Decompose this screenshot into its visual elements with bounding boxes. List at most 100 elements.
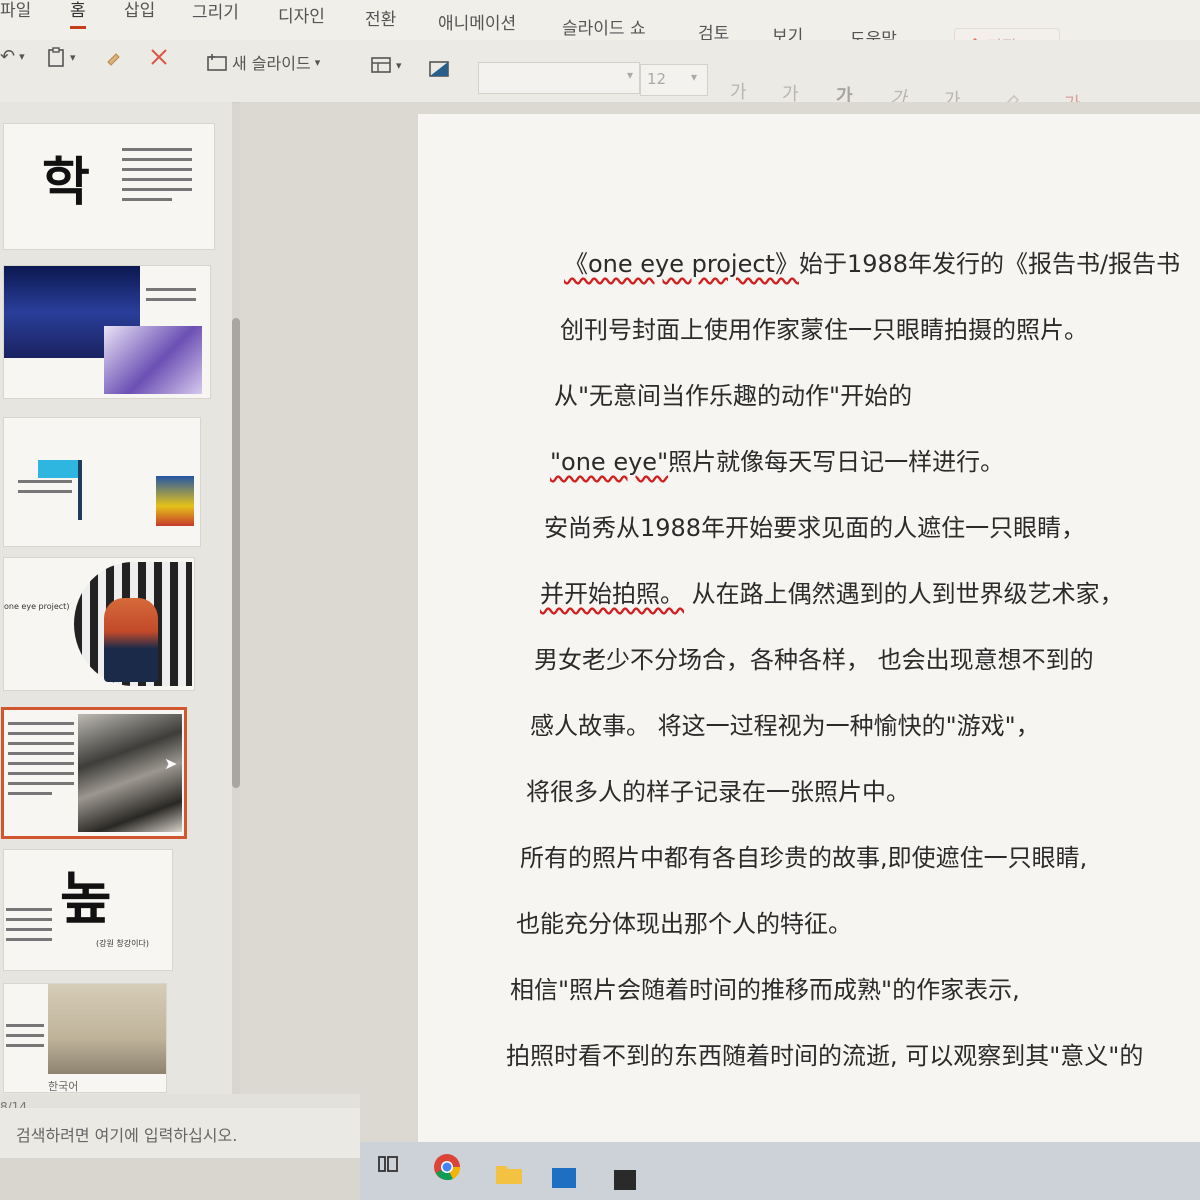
windows-taskbar xyxy=(360,1142,1200,1200)
slide-text: 创刊号封面上使用作家蒙住一只眼睛拍摄的照片。 xyxy=(560,316,1088,344)
thumbnail-text-lines xyxy=(8,722,74,802)
new-slide-label: 새 슬라이드 xyxy=(232,54,311,73)
slide-thumbnail-2[interactable] xyxy=(4,266,210,398)
paste-button[interactable]: ▾ xyxy=(46,46,76,68)
thumbnail-label: 한국어 xyxy=(48,1080,79,1092)
slide-thumbnail-6[interactable]: 높 (강원 창강이다) xyxy=(4,850,172,970)
close-icon xyxy=(151,49,167,65)
slide-text-line-11[interactable]: 也能充分体现出那个人的特征。 xyxy=(516,904,852,939)
undo-icon: ↶ xyxy=(0,46,16,67)
slide-thumbnail-3[interactable] xyxy=(4,418,200,546)
clipboard-icon xyxy=(48,47,64,67)
slide-text: 男女老少不分场合，各种各样， 也会出现意想不到的 xyxy=(534,646,1094,674)
layout-button[interactable]: ▾ xyxy=(370,56,402,74)
slide-text-line-7[interactable]: 男女老少不分场合，各种各样， 也会出现意想不到的 xyxy=(534,640,1094,675)
tab-slideshow[interactable]: 슬라이드 쇼 xyxy=(562,14,646,39)
brush-icon xyxy=(107,53,120,66)
slide-text-line-5[interactable]: 安尚秀从1988年开始要求见面的人遮住一只眼睛， xyxy=(544,508,1085,543)
chrome-button[interactable] xyxy=(432,1152,462,1186)
task-view-icon xyxy=(378,1156,398,1172)
store-icon xyxy=(552,1168,576,1188)
spellcheck-word: 《one eye project》 xyxy=(564,250,799,278)
thumbnail-text-lines xyxy=(6,1024,44,1054)
file-explorer-button[interactable] xyxy=(494,1160,524,1190)
poster-image xyxy=(156,476,194,526)
slide-thumbnail-5[interactable]: ➤ xyxy=(4,710,184,836)
slide-text-line-9[interactable]: 将很多人的样子记录在一张照片中。 xyxy=(526,772,910,807)
chart-graphic xyxy=(38,460,82,478)
search-input-placeholder: 검색하려면 여기에 입력하십시오. xyxy=(16,1126,238,1145)
undo-button[interactable]: ↶ ▾ xyxy=(0,46,25,67)
thumbnail-text-lines xyxy=(6,908,52,948)
photo-collage xyxy=(78,714,182,832)
store-button[interactable] xyxy=(550,1162,578,1192)
performers-photo xyxy=(104,326,202,394)
slide-text: 所有的照片中都有各自珍贵的故事,即使遮住一只眼睛, xyxy=(520,844,1088,872)
thumbnail-text-lines xyxy=(146,288,196,308)
slide-thumbnail-7[interactable]: 한국어 xyxy=(4,984,166,1092)
format-painter-button[interactable] xyxy=(104,48,124,68)
person-figure xyxy=(104,598,158,682)
taskbar-search[interactable]: 검색하려면 여기에 입력하십시오. xyxy=(0,1108,360,1158)
ribbon-tabs: 파일 홈 삽입 그리기 디자인 전환 애니메이션 슬라이드 쇼 검토 보기 도움… xyxy=(0,0,1200,62)
layout-icon xyxy=(371,57,391,73)
tab-transitions[interactable]: 전환 xyxy=(365,5,396,30)
slide-text: 从在路上偶然遇到的人到世界级艺术家， xyxy=(684,580,1124,608)
cursor-icon: ➤ xyxy=(164,754,178,773)
delete-button[interactable] xyxy=(150,48,168,66)
slide-thumbnail-4[interactable]: one eye project) xyxy=(4,558,194,690)
app-button[interactable] xyxy=(612,1166,638,1194)
slide-text: 拍照时看不到的东西随着时间的流逝, 可以观察到其"意义"的 xyxy=(506,1042,1144,1070)
section-button[interactable] xyxy=(428,60,450,78)
new-slide-icon xyxy=(207,54,227,71)
slide-text-line-4[interactable]: "one eye"照片就像每天写日记一样进行。 xyxy=(550,442,1004,477)
slide-text-line-8[interactable]: 感人故事。 将这一过程视为一种愉快的"游戏"， xyxy=(530,706,1040,741)
thumbnail-caption: (강원 창강이다) xyxy=(96,939,149,948)
tab-draw[interactable]: 그리기 xyxy=(192,0,239,23)
spellcheck-word: "one eye" xyxy=(550,448,669,476)
slide-canvas: 《one eye project》始于1988年发行的《报告书/报告书 创刊号封… xyxy=(240,102,1200,1174)
slide-text-line-12[interactable]: 相信"照片会随着时间的推移而成熟"的作家表示, xyxy=(510,970,1020,1005)
slide-text-line-3[interactable]: 从"无意间当作乐趣的动作"开始的 xyxy=(554,376,912,411)
tab-insert[interactable]: 삽입 xyxy=(124,0,155,21)
chevron-down-icon: ▾ xyxy=(691,70,698,84)
thumbnail-caption: one eye project) xyxy=(4,602,70,611)
slide-text: 也能充分体现出那个人的特征。 xyxy=(516,910,852,938)
spellcheck-word: 并开始拍照。 xyxy=(540,580,684,608)
font-size-select[interactable]: 12 ▾ xyxy=(640,64,708,96)
slide-thumbnail-pane: 학 one eye project) ➤ 높 (강원 창강이다) 한국어 xyxy=(0,102,232,1102)
chevron-down-icon: ▾ xyxy=(314,55,321,69)
thumbnail-text-lines xyxy=(122,148,192,208)
slide-thumbnail-1[interactable]: 학 xyxy=(4,124,214,249)
slide-text-line-2[interactable]: 创刊号封面上使用作家蒙住一只眼睛拍摄的照片。 xyxy=(560,310,1088,345)
current-slide[interactable]: 《one eye project》始于1988年发行的《报告书/报告书 创刊号封… xyxy=(418,114,1200,1174)
slide-text-line-13[interactable]: 拍照时看不到的东西随着时间的流逝, 可以观察到其"意义"的 xyxy=(506,1036,1143,1071)
tab-design[interactable]: 디자인 xyxy=(278,2,325,27)
chevron-down-icon: ▾ xyxy=(396,58,402,72)
slide-text: 从"无意间当作乐趣的动作"开始的 xyxy=(554,382,913,410)
font-size-value: 12 xyxy=(647,70,667,88)
slide-text: 安尚秀从1988年开始要求见面的人遮住一只眼睛， xyxy=(544,514,1086,542)
slide-text-line-10[interactable]: 所有的照片中都有各自珍贵的故事,即使遮住一只眼睛, xyxy=(520,838,1087,873)
new-slide-button[interactable]: 새 슬라이드 ▾ xyxy=(206,50,320,74)
tab-file[interactable]: 파일 xyxy=(0,0,31,21)
slide-text: 将很多人的样子记录在一张照片中。 xyxy=(526,778,910,806)
slide-text: 相信"照片会随着时间的推移而成熟"的作家表示, xyxy=(510,976,1020,1004)
thumbnail-scrollbar[interactable] xyxy=(232,318,240,788)
slide-text-line-1[interactable]: 《one eye project》始于1988年发行的《报告书/报告书 xyxy=(564,244,1180,279)
chevron-down-icon: ▾ xyxy=(626,68,633,82)
task-view-button[interactable] xyxy=(376,1152,400,1180)
slide-text: 照片就像每天写日记一样进行。 xyxy=(668,448,1005,476)
thumbnail-heading: 높 xyxy=(60,867,112,932)
chevron-down-icon: ▾ xyxy=(19,50,25,63)
thumbnail-text-lines xyxy=(18,480,72,500)
thumbnail-heading: 학 xyxy=(42,153,90,213)
folder-icon xyxy=(496,1166,522,1184)
tab-home[interactable]: 홈 xyxy=(70,0,86,29)
increase-font-button[interactable]: 가 xyxy=(730,78,747,104)
chart-graphic xyxy=(78,460,82,520)
shape-fill-icon xyxy=(429,61,449,77)
font-family-select[interactable]: ▾ xyxy=(478,62,640,94)
slide-text-line-6[interactable]: 并开始拍照。 从在路上偶然遇到的人到世界级艺术家， xyxy=(540,574,1124,609)
tab-animations[interactable]: 애니메이션 xyxy=(438,9,516,34)
